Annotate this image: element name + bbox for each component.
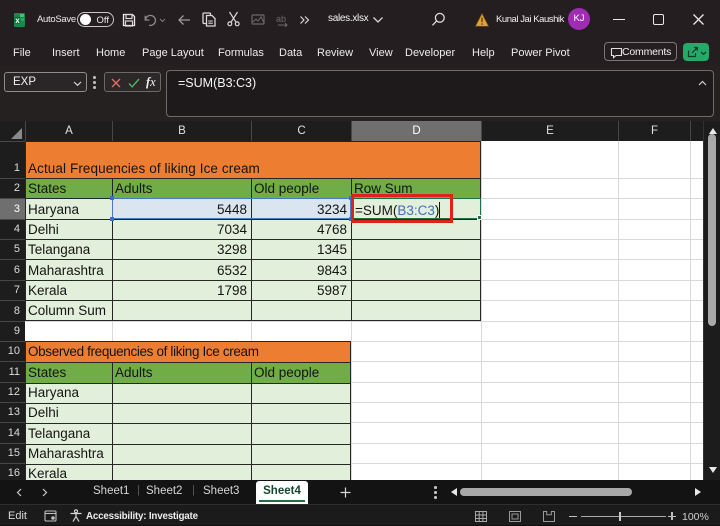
svg-text:x: x: [15, 16, 20, 25]
svg-text:ab: ab: [276, 14, 286, 24]
